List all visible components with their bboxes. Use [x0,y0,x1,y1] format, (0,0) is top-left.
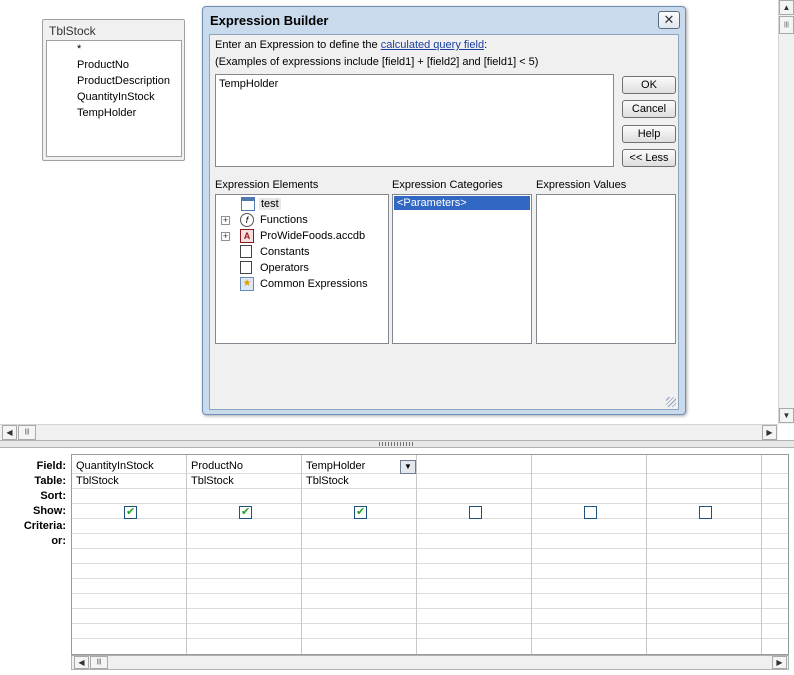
query-icon [241,197,255,211]
grid-column-5[interactable] [532,455,647,654]
field-dropdown-icon[interactable]: ▼ [400,460,416,474]
scroll-left-icon[interactable]: ◀ [2,425,17,440]
table-field-list[interactable]: TblStock * ProductNo ProductDescription … [42,19,185,161]
expression-categories-list[interactable]: <Parameters> [392,194,532,344]
category-parameters[interactable]: <Parameters> [394,196,530,210]
scroll-up-icon[interactable]: ▲ [779,0,794,15]
show-checkbox[interactable] [584,506,597,519]
operators-icon [240,261,252,274]
grid-table-cell[interactable]: TblStock [306,475,349,487]
expression-value: TempHolder [219,78,279,90]
grid-column-1[interactable]: QuantityInStock TblStock [72,455,187,654]
row-label-field: Field: [36,460,66,472]
table-field-productno[interactable]: ProductNo [77,59,129,71]
table-field-all[interactable]: * [77,43,81,55]
expand-icon[interactable]: + [221,232,230,241]
splitter-grip-icon[interactable] [379,442,415,446]
expand-icon[interactable]: + [221,216,230,225]
tree-label: test [259,198,281,210]
scroll-thumb-horizontal[interactable]: ||| [18,425,36,440]
tree-item-functions[interactable]: + f Functions [221,213,381,229]
table-title: TblStock [49,24,96,38]
tree-item-operators[interactable]: Operators [221,261,381,277]
row-label-or: or: [51,535,66,547]
tree-item-constants[interactable]: Constants [221,245,381,261]
prompt-prefix: Enter an Expression to define the [215,39,381,51]
grid-scroll-thumb[interactable]: ||| [90,656,108,669]
table-field-tempholder[interactable]: TempHolder [77,107,136,119]
table-field-productdescription[interactable]: ProductDescription [77,75,170,87]
function-icon: f [240,213,254,227]
grid-column-4[interactable] [417,455,532,654]
dialog-prompt: Enter an Expression to define the calcul… [215,39,487,51]
grid-column-7[interactable] [762,455,788,654]
table-fields-listbox[interactable]: * ProductNo ProductDescription QuantityI… [46,40,182,157]
close-icon[interactable]: ✕ [658,11,680,29]
show-checkbox[interactable] [699,506,712,519]
scroll-thumb[interactable]: ||| [779,16,794,34]
grid-column-3[interactable]: TempHolder ▼ TblStock [302,455,417,654]
dialog-body: Enter an Expression to define the calcul… [209,34,679,410]
elements-header: Expression Elements [215,179,319,191]
grid-field-cell[interactable]: ProductNo [191,460,243,472]
grid-scroll-left-icon[interactable]: ◀ [74,656,89,669]
expression-elements-tree[interactable]: test + f Functions + A ProWideFoods.accd… [215,194,389,344]
table-field-quantityinstock[interactable]: QuantityInStock [77,91,155,103]
query-design-grid[interactable]: QuantityInStock TblStock ProductNo TblSt… [71,454,789,655]
pane-splitter[interactable] [0,440,794,448]
less-button[interactable]: << Less [622,149,676,167]
tree-label: Common Expressions [260,278,368,290]
row-label-show: Show: [33,505,66,517]
tree-label: ProWideFoods.accdb [260,230,366,242]
show-checkbox[interactable] [239,505,252,519]
database-icon: A [240,229,254,243]
dialog-examples: (Examples of expressions include [field1… [215,56,539,68]
scroll-right-icon[interactable]: ▶ [762,425,777,440]
expression-input[interactable]: TempHolder [215,74,614,167]
cancel-button[interactable]: Cancel [622,100,676,118]
grid-field-cell[interactable]: TempHolder [306,460,365,472]
prompt-suffix: : [484,39,488,51]
help-button[interactable]: Help [622,125,676,143]
grid-column-6[interactable] [647,455,762,654]
grid-table-cell[interactable]: TblStock [191,475,234,487]
tree-item-common-expressions[interactable]: ★ Common Expressions [221,277,381,293]
upper-vertical-scrollbar[interactable]: ▲ ||| ▼ [778,0,794,424]
calculated-query-field-link[interactable]: calculated query field [381,39,484,51]
expression-values-list[interactable] [536,194,676,344]
upper-horizontal-scrollbar[interactable]: ◀ ||| ▶ [0,424,778,440]
tree-label: Operators [260,262,309,274]
tree-label: Functions [260,214,308,226]
grid-table-cell[interactable]: TblStock [76,475,119,487]
show-checkbox[interactable] [469,506,482,519]
show-checkbox[interactable] [354,505,367,519]
row-label-table: Table: [34,475,66,487]
resize-grip-icon[interactable] [666,397,676,407]
constants-icon [240,245,252,258]
grid-field-cell[interactable]: QuantityInStock [76,460,154,472]
show-checkbox[interactable] [124,505,137,519]
grid-horizontal-scrollbar[interactable]: ◀ ||| ▶ [71,655,789,670]
tree-item-test[interactable]: test [221,197,286,213]
row-label-sort: Sort: [40,490,66,502]
tree-item-database[interactable]: + A ProWideFoods.accdb [221,229,381,245]
row-label-criteria: Criteria: [23,520,66,532]
values-header: Expression Values [536,179,627,191]
ok-button[interactable]: OK [622,76,676,94]
categories-header: Expression Categories [392,179,503,191]
tree-label: Constants [260,246,310,258]
scroll-down-icon[interactable]: ▼ [779,408,794,423]
common-expressions-icon: ★ [240,277,254,291]
grid-column-2[interactable]: ProductNo TblStock [187,455,302,654]
grid-scroll-right-icon[interactable]: ▶ [772,656,787,669]
dialog-title: Expression Builder [210,13,329,28]
expression-builder-dialog[interactable]: Expression Builder ✕ Enter an Expression… [202,6,686,415]
